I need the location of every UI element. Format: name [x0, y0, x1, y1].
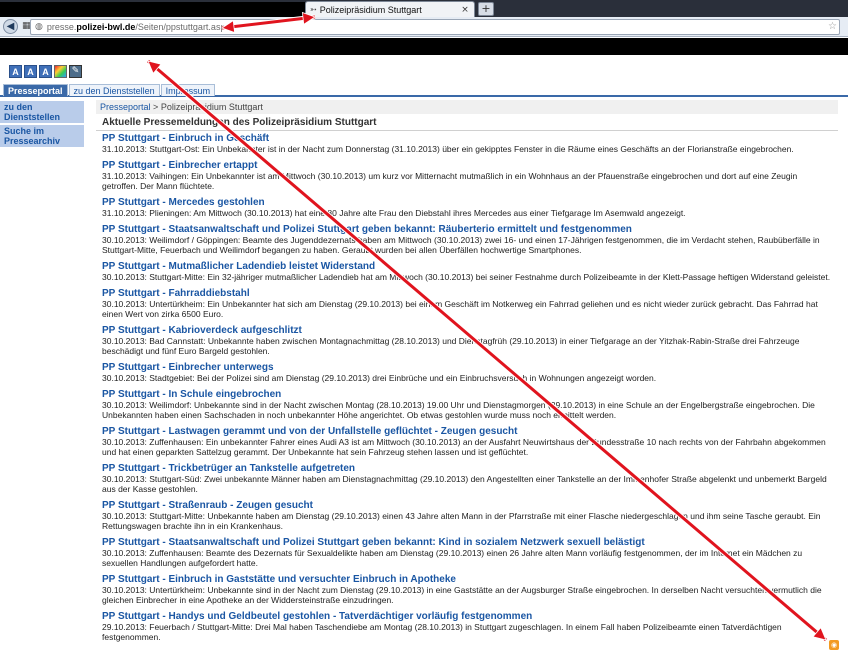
news-item: PP Stuttgart - Einbruch in Gaststätte un… [96, 574, 838, 605]
news-item: PP Stuttgart - Handys und Geldbeutel ges… [96, 611, 838, 642]
news-title-link[interactable]: PP Stuttgart - Einbrecher ertappt [102, 160, 834, 171]
browser-tab[interactable]: ➳ Polizeipräsidium Stuttgart × [305, 1, 475, 17]
sidebar: zu den Dienststellen Suche im Pressearch… [0, 101, 84, 149]
news-title-link[interactable]: PP Stuttgart - In Schule eingebrochen [102, 389, 834, 400]
news-item: PP Stuttgart - Einbrecher ertappt 31.10.2… [96, 160, 838, 191]
news-description: 31.10.2013: Vaihingen: Ein Unbekannter i… [102, 171, 798, 191]
news-description: 29.10.2013: Feuerbach / Stuttgart-Mitte:… [102, 622, 782, 642]
news-list: PP Stuttgart - Einbruch in Geschäft 31.10… [96, 133, 838, 642]
news-description: 30.10.2013: Zuffenhausen: Beamte des Dez… [102, 548, 803, 568]
news-item: PP Stuttgart - Staatsanwaltschaft und Po… [96, 224, 838, 255]
news-title-link[interactable]: PP Stuttgart - Staatsanwaltschaft und Po… [102, 224, 834, 235]
news-description: 30.10.2013: Stuttgart-Mitte: Unbekannte … [102, 511, 821, 531]
news-description: 30.10.2013: Stadtgebiet: Bei der Polizei… [102, 373, 657, 383]
font-size-small-button[interactable]: A [9, 65, 22, 78]
news-item: PP Stuttgart - Einbrecher unterwegs 30.10… [96, 362, 838, 383]
news-description: 30.10.2013: Stuttgart-Süd: Zwei unbekann… [102, 474, 827, 494]
news-description: 31.10.2013: Stuttgart-Ost: Ein Unbekannt… [102, 144, 794, 154]
site-favicon-icon: ➳ [310, 5, 317, 14]
font-size-large-button[interactable]: A [39, 65, 52, 78]
site-navigation-tabs: Presseportal zu den Dienststellen Impres… [0, 84, 848, 97]
tab-impressum[interactable]: Impressum [160, 84, 216, 96]
news-description: 30.10.2013: Untertürkheim: Ein Unbekannt… [102, 299, 818, 319]
globe-icon: ◍ [35, 22, 43, 32]
browser-nav-bar: ◀ ▦ ◍ presse.polizei-bwl.de/Seiten/ppstu… [0, 17, 848, 37]
news-item: PP Stuttgart - Mercedes gestohlen 31.10.2… [96, 197, 838, 218]
news-title-link[interactable]: PP Stuttgart - Einbrecher unterwegs [102, 362, 834, 373]
breadcrumb-separator: > [153, 102, 159, 112]
font-size-medium-button[interactable]: A [24, 65, 37, 78]
news-title-link[interactable]: PP Stuttgart - Kabrioverdeck aufgeschlit… [102, 325, 834, 336]
news-description: 30.10.2013: Weilimdorf: Unbekannte sind … [102, 400, 815, 420]
news-title-link[interactable]: PP Stuttgart - Lastwagen gerammt und von… [102, 426, 834, 437]
bookmark-star-icon[interactable]: ☆ [828, 21, 837, 32]
news-title-link[interactable]: PP Stuttgart - Mercedes gestohlen [102, 197, 834, 208]
address-bar[interactable]: ◍ presse.polizei-bwl.de/Seiten/ppstuttga… [30, 19, 840, 35]
color-scheme-button[interactable] [54, 65, 67, 78]
news-description: 30.10.2013: Weilimdorf / Göppingen: Beam… [102, 235, 820, 255]
news-title-link[interactable]: PP Stuttgart - Fahrraddiebstahl [102, 288, 834, 299]
url-text: presse.polizei-bwl.de/Seiten/ppstuttgart… [46, 22, 230, 32]
sidebar-item-pressearchiv[interactable]: Suche im Pressearchiv [0, 125, 84, 147]
news-description: 30.10.2013: Bad Cannstatt: Unbekannte ha… [102, 336, 800, 356]
tab-presseportal[interactable]: Presseportal [3, 84, 68, 96]
main-content: Presseportal > Polizeipräsidium Stuttgar… [96, 100, 838, 648]
arrow-head [147, 60, 162, 75]
sidebar-item-dienststellen[interactable]: zu den Dienststellen [0, 101, 84, 123]
accessibility-controls: A A A ✎ [9, 65, 82, 78]
news-title-link[interactable]: PP Stuttgart - Handys und Geldbeutel ges… [102, 611, 834, 622]
news-description: 30.10.2013: Stuttgart-Mitte: Ein 32-jähr… [102, 272, 831, 282]
news-item: PP Stuttgart - Staatsanwaltschaft und Po… [96, 537, 838, 568]
news-item: PP Stuttgart - Straßenraub - Zeugen gesu… [96, 500, 838, 531]
news-item: PP Stuttgart - Kabrioverdeck aufgeschlit… [96, 325, 838, 356]
close-tab-icon[interactable]: × [460, 5, 470, 15]
breadcrumb-root-link[interactable]: Presseportal [100, 102, 151, 112]
browser-tab-title: Polizeipräsidium Stuttgart [319, 4, 422, 15]
redacted-area [0, 2, 305, 17]
breadcrumb: Presseportal > Polizeipräsidium Stuttgar… [96, 100, 838, 114]
news-title-link[interactable]: PP Stuttgart - Einbruch in Gaststätte un… [102, 574, 834, 585]
news-title-link[interactable]: PP Stuttgart - Trickbetrüger an Tankstel… [102, 463, 834, 474]
pen-icon[interactable]: ✎ [69, 65, 82, 78]
news-item: PP Stuttgart - Fahrraddiebstahl 30.10.201… [96, 288, 838, 319]
news-title-link[interactable]: PP Stuttgart - Straßenraub - Zeugen gesu… [102, 500, 834, 511]
news-title-link[interactable]: PP Stuttgart - Staatsanwaltschaft und Po… [102, 537, 834, 548]
news-title-link[interactable]: PP Stuttgart - Mutmaßlicher Ladendieb le… [102, 261, 834, 272]
news-item: PP Stuttgart - In Schule eingebrochen 30.… [96, 389, 838, 420]
news-item: PP Stuttgart - Mutmaßlicher Ladendieb le… [96, 261, 838, 282]
news-description: 31.10.2013: Plieningen: Am Mittwoch (30.… [102, 208, 686, 218]
browser-tab-bar: ➳ Polizeipräsidium Stuttgart × + [0, 0, 848, 17]
breadcrumb-current: Polizeipräsidium Stuttgart [160, 102, 263, 112]
news-item: PP Stuttgart - Trickbetrüger an Tankstel… [96, 463, 838, 494]
news-title-link[interactable]: PP Stuttgart - Einbruch in Geschäft [102, 133, 834, 144]
news-item: PP Stuttgart - Einbruch in Geschäft 31.10… [96, 133, 838, 154]
tab-dienststellen[interactable]: zu den Dienststellen [68, 84, 160, 96]
news-item: PP Stuttgart - Lastwagen gerammt und von… [96, 426, 838, 457]
new-tab-button[interactable]: + [478, 2, 494, 16]
section-title: Aktuelle Pressemeldungen des Polizeipräs… [96, 114, 838, 131]
redacted-toolbar [0, 38, 848, 55]
rss-feed-icon[interactable]: ◉ [829, 640, 839, 650]
back-button[interactable]: ◀ [3, 19, 18, 34]
news-description: 30.10.2013: Untertürkheim: Unbekannte si… [102, 585, 822, 605]
news-description: 30.10.2013: Zuffenhausen: Ein unbekannte… [102, 437, 826, 457]
